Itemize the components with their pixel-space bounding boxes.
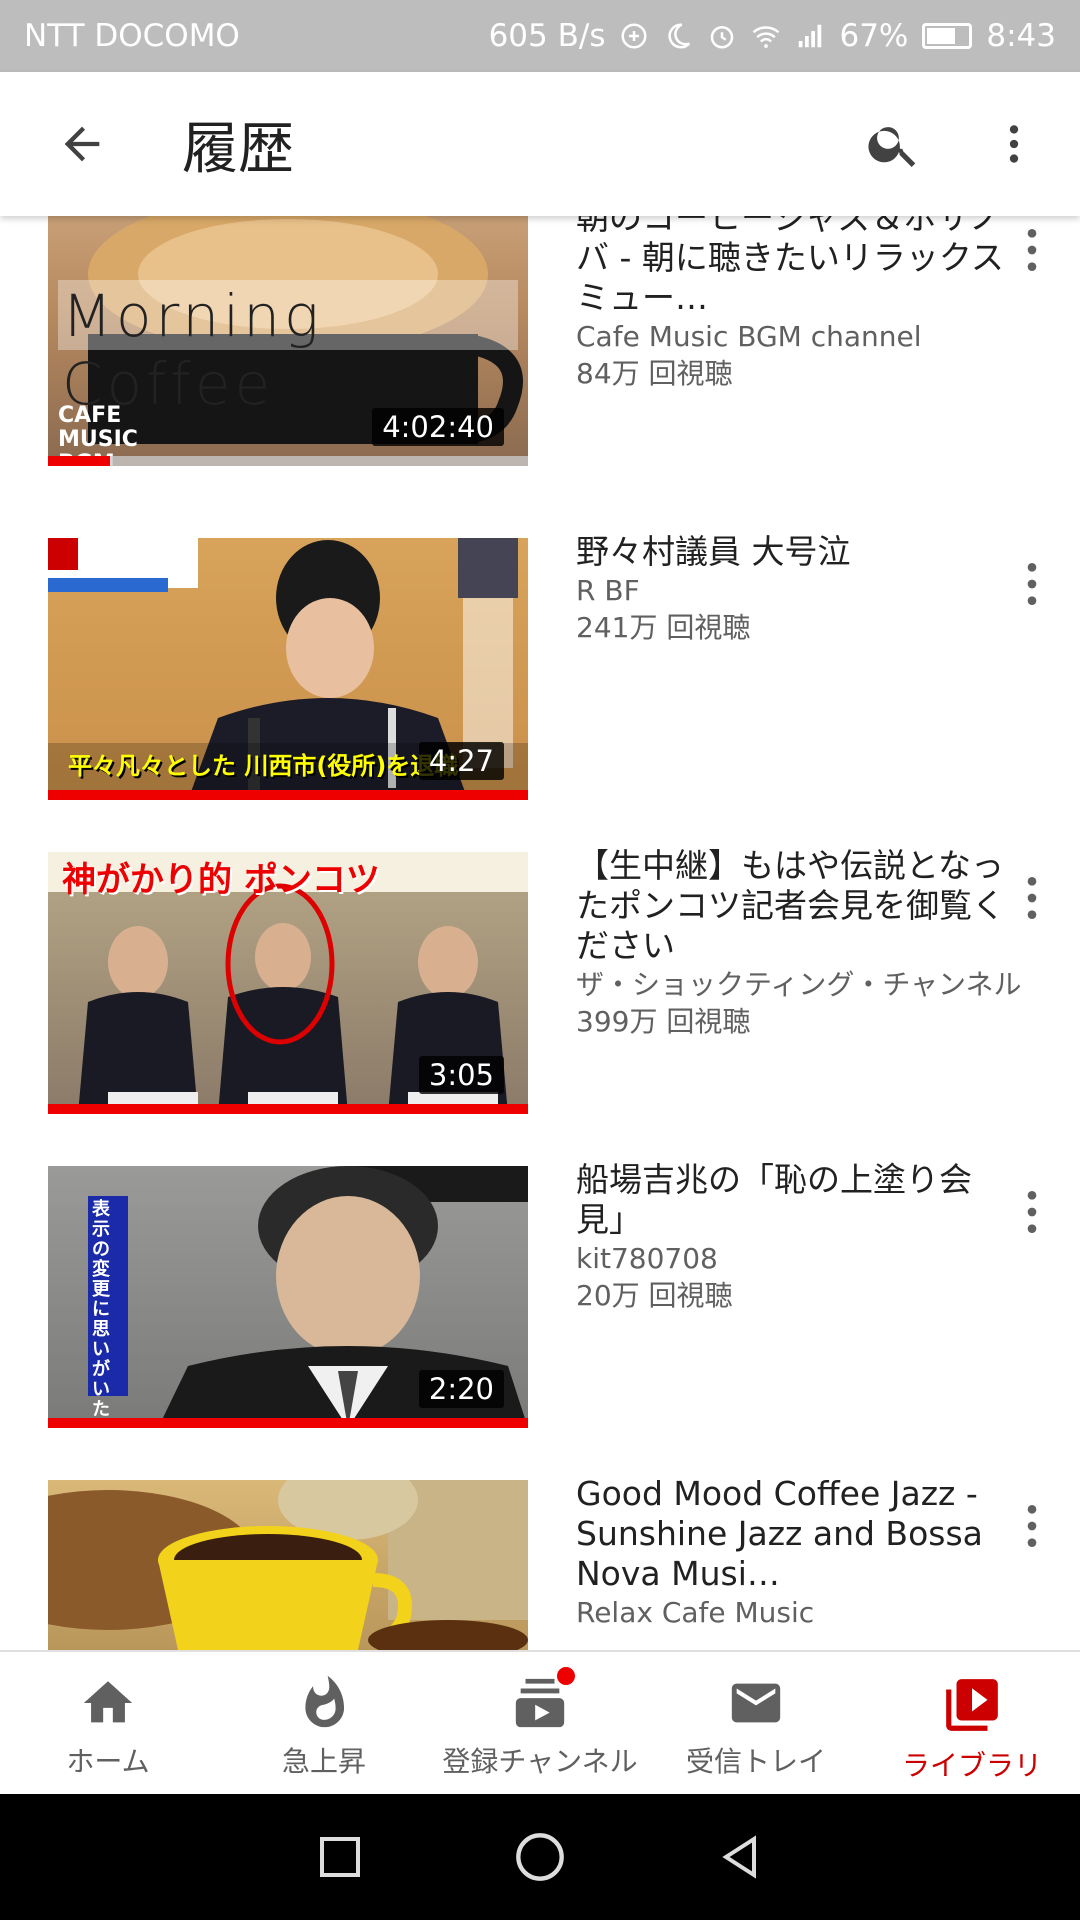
thumbnail-caption: 平々凡々とした 川西市(役所)を退職 — [68, 752, 459, 780]
watch-progress-bar — [48, 1418, 528, 1428]
back-button[interactable] — [22, 72, 142, 216]
video-thumbnail[interactable]: 平々凡々とした 川西市(役所)を退職 4:27 — [48, 538, 528, 800]
nav-label: 登録チャンネル — [442, 1745, 638, 1778]
watch-progress-bar — [48, 1104, 528, 1114]
watch-progress-bar — [48, 790, 528, 800]
video-title[interactable]: 船場吉兆の「恥の上塗り会見」 — [576, 1160, 1016, 1240]
video-more-button[interactable] — [1012, 220, 1052, 280]
video-item[interactable]: 表示の変更に思いがいたらなかったのは? 2:20 船場吉兆の「恥の上塗り会見」 … — [0, 1158, 1080, 1428]
inbox-icon — [731, 1683, 781, 1723]
video-info[interactable]: 船場吉兆の「恥の上塗り会見」 kit780708 20万 回視聴 — [576, 1160, 1016, 1314]
video-title[interactable]: 野々村議員 大号泣 — [576, 532, 1016, 572]
channel-name: R BF — [576, 574, 640, 607]
more-vert-icon — [1027, 1505, 1037, 1547]
video-title[interactable]: 朝のコーヒージャズ＆ボサノバ - 朝に聴きたいリラックスミュー… — [576, 216, 1016, 318]
thumbnail-caption: 神がかり的 ポンコツ — [62, 860, 380, 900]
signal-icon — [799, 24, 822, 48]
alarm-icon — [711, 26, 734, 49]
more-options-button[interactable] — [954, 72, 1074, 216]
video-info[interactable]: Good Mood Coffee Jazz - Sunshine Jazz an… — [576, 1474, 1016, 1631]
arrow-back-icon — [64, 126, 100, 162]
video-title[interactable]: Good Mood Coffee Jazz - Sunshine Jazz an… — [576, 1474, 1016, 1594]
trending-icon — [305, 1675, 345, 1728]
moon-icon — [668, 23, 691, 49]
notification-badge — [554, 1664, 578, 1688]
video-duration: 3:05 — [418, 1056, 504, 1094]
video-more-button[interactable] — [1012, 554, 1052, 614]
carrier-name: NTT DOCOMO — [24, 18, 240, 54]
app-bar: 履歴 — [0, 72, 1080, 216]
video-more-button[interactable] — [1012, 868, 1052, 928]
nav-label: ホーム — [66, 1745, 150, 1778]
coffee-cup-illustration — [48, 1480, 528, 1650]
video-item[interactable]: 平々凡々とした 川西市(役所)を退職 4:27 野々村議員 大号泣 R BF 2… — [0, 530, 1080, 800]
wifi-icon — [753, 26, 780, 48]
video-thumbnail[interactable]: 表示の変更に思いがいたらなかったのは? 2:20 — [48, 1166, 528, 1428]
more-vert-icon — [1027, 229, 1037, 271]
nav-subscriptions[interactable]: 登録チャンネル — [432, 1652, 648, 1794]
back-triangle-icon[interactable] — [716, 1833, 764, 1881]
search-button[interactable] — [834, 72, 954, 216]
watch-progress-track — [48, 456, 528, 466]
bottom-navigation: ホーム 急上昇 登録チャンネル 受信トレイ ライブラリ — [0, 1650, 1080, 1794]
video-item[interactable]: Good Mood Coffee Jazz - Sunshine Jazz an… — [0, 1472, 1080, 1650]
video-thumbnail[interactable]: Morning Coffee CAFE MUSIC BGM Chann 4:02… — [48, 216, 528, 466]
video-more-button[interactable] — [1012, 1182, 1052, 1242]
status-indicators: 605 B/s 67% 8:43 — [489, 18, 1056, 54]
data-saver-icon — [621, 23, 647, 49]
nav-inbox[interactable]: 受信トレイ — [648, 1652, 864, 1794]
battery-percent: 67% — [839, 18, 909, 54]
home-icon — [83, 1681, 133, 1723]
home-circle-icon[interactable] — [514, 1831, 566, 1883]
video-duration: 2:20 — [418, 1370, 504, 1408]
network-speed: 605 B/s — [488, 18, 606, 54]
video-thumbnail[interactable]: 神がかり的 ポンコツ 3:05 — [48, 852, 528, 1114]
library-icon — [946, 1679, 998, 1731]
search-icon — [868, 127, 916, 167]
recent-apps-icon[interactable] — [316, 1833, 364, 1881]
thumbnail-title-text: Morning Coffee — [62, 282, 323, 418]
page-title: 履歴 — [182, 116, 294, 182]
nav-label: 受信トレイ — [685, 1745, 826, 1778]
video-info[interactable]: 【生中継】もはや伝説となったポンコツ記者会見を御覧ください ザ・ショックティング… — [576, 846, 1022, 1040]
video-item[interactable]: 神がかり的 ポンコツ 3:05 【生中継】もはや伝説となったポンコツ記者会見を御… — [0, 844, 1080, 1114]
view-count: 399万 回視聴 — [576, 1005, 751, 1038]
nav-label: ライブラリ — [901, 1749, 1042, 1782]
battery-icon — [922, 23, 973, 49]
view-count: 241万 回視聴 — [576, 611, 751, 644]
more-vert-icon — [1027, 877, 1037, 919]
watch-progress-bar — [48, 456, 111, 466]
view-count: 20万 回視聴 — [576, 1279, 733, 1312]
video-more-button[interactable] — [1012, 1496, 1052, 1556]
video-thumbnail[interactable] — [48, 1480, 528, 1650]
more-vert-icon — [1009, 125, 1019, 163]
channel-name: kit780708 — [576, 1242, 718, 1275]
status-bar: NTT DOCOMO 605 B/s 67% 8:43 — [0, 0, 1080, 72]
video-duration: 4:27 — [418, 742, 504, 780]
video-item[interactable]: Morning Coffee CAFE MUSIC BGM Chann 4:02… — [0, 216, 1080, 466]
more-vert-icon — [1027, 1191, 1037, 1233]
video-info[interactable]: 朝のコーヒージャズ＆ボサノバ - 朝に聴きたいリラックスミュー… Cafe Mu… — [576, 216, 1016, 392]
more-vert-icon — [1027, 563, 1037, 605]
clock: 8:43 — [986, 18, 1056, 54]
video-duration: 4:02:40 — [372, 408, 504, 446]
history-list[interactable]: Morning Coffee CAFE MUSIC BGM Chann 4:02… — [0, 216, 1080, 1650]
view-count: 84万 回視聴 — [576, 357, 733, 390]
channel-name: Relax Cafe Music — [576, 1596, 815, 1629]
video-info[interactable]: 野々村議員 大号泣 R BF 241万 回視聴 — [576, 532, 1016, 646]
nav-label: 急上昇 — [281, 1745, 366, 1778]
nav-trending[interactable]: 急上昇 — [216, 1652, 432, 1794]
channel-name: ザ・ショックティング・チャンネル — [576, 968, 1022, 1001]
nav-library[interactable]: ライブラリ — [864, 1652, 1080, 1794]
system-navigation-bar — [0, 1794, 1080, 1920]
nav-home[interactable]: ホーム — [0, 1652, 216, 1794]
channel-name: Cafe Music BGM channel — [576, 320, 922, 353]
thumbnail-caption: 表示の変更に思いがいたらなかったのは? — [92, 1199, 110, 1429]
video-title[interactable]: 【生中継】もはや伝説となったポンコツ記者会見を御覧ください — [576, 846, 1016, 966]
